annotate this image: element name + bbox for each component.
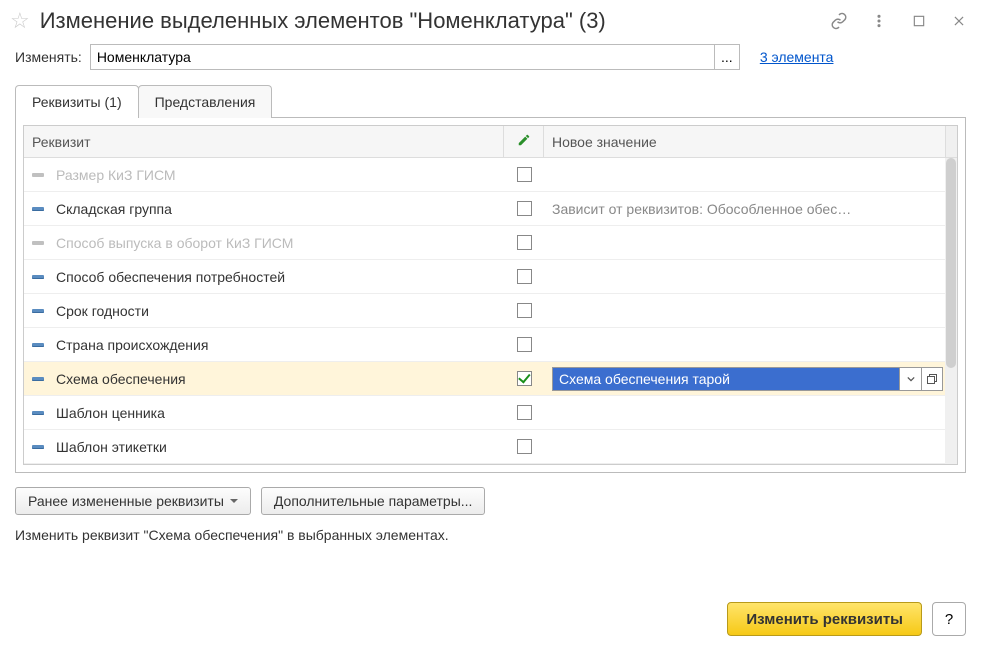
row-checkbox[interactable] xyxy=(517,303,532,318)
row-checkbox[interactable] xyxy=(517,269,532,284)
favorite-star-icon[interactable]: ☆ xyxy=(10,10,30,32)
table-row[interactable]: Страна происхождения xyxy=(24,328,957,362)
table-row[interactable]: Схема обеспечения Схема обеспечения тарой xyxy=(24,362,957,396)
value-dropdown-button[interactable] xyxy=(899,367,921,391)
attribute-label: Размер КиЗ ГИСМ xyxy=(56,167,176,183)
attribute-label: Складская группа xyxy=(56,201,172,217)
value-open-button[interactable] xyxy=(921,367,943,391)
attribute-label: Шаблон ценника xyxy=(56,405,165,421)
row-checkbox[interactable] xyxy=(517,235,532,250)
help-button[interactable]: ? xyxy=(932,602,966,636)
attribute-label: Срок годности xyxy=(56,303,149,319)
table-row[interactable]: Способ выпуска в оборот КиЗ ГИСМ xyxy=(24,226,957,260)
apply-button[interactable]: Изменить реквизиты xyxy=(727,602,922,636)
value-text: Зависит от реквизитов: Обособленное обес… xyxy=(552,201,851,217)
link-icon[interactable] xyxy=(829,11,849,31)
change-type-input[interactable] xyxy=(90,44,714,70)
attribute-icon xyxy=(32,411,44,415)
table-row[interactable]: Шаблон этикетки xyxy=(24,430,957,464)
grid-panel: Реквизит Новое значение Размер КиЗ ГИСМ С… xyxy=(15,117,966,473)
attribute-label: Шаблон этикетки xyxy=(56,439,167,455)
tab-presentations[interactable]: Представления xyxy=(138,85,273,118)
row-checkbox[interactable] xyxy=(517,167,532,182)
attribute-label: Способ обеспечения потребностей xyxy=(56,269,285,285)
maximize-icon[interactable] xyxy=(909,11,929,31)
attribute-label: Способ выпуска в оборот КиЗ ГИСМ xyxy=(56,235,293,251)
table-row[interactable]: Складская группа Зависит от реквизитов: О… xyxy=(24,192,957,226)
column-header-edit[interactable] xyxy=(504,126,544,157)
column-header-value[interactable]: Новое значение xyxy=(544,126,945,157)
attribute-icon xyxy=(32,377,44,381)
attribute-icon xyxy=(32,173,44,177)
row-checkbox[interactable] xyxy=(517,439,532,454)
previously-changed-label: Ранее измененные реквизиты xyxy=(28,493,224,509)
window-title: Изменение выделенных элементов "Номенкла… xyxy=(40,8,819,34)
row-checkbox[interactable] xyxy=(517,337,532,352)
more-icon[interactable] xyxy=(869,11,889,31)
attribute-icon xyxy=(32,241,44,245)
change-label: Изменять: xyxy=(15,49,82,65)
attribute-icon xyxy=(32,445,44,449)
extra-params-button[interactable]: Дополнительные параметры... xyxy=(261,487,486,515)
elements-link[interactable]: 3 элемента xyxy=(760,49,834,65)
row-checkbox[interactable] xyxy=(517,201,532,216)
table-row[interactable]: Способ обеспечения потребностей xyxy=(24,260,957,294)
hint-text: Изменить реквизит "Схема обеспечения" в … xyxy=(0,523,981,547)
change-type-select-button[interactable]: ... xyxy=(714,44,740,70)
close-icon[interactable] xyxy=(949,11,969,31)
row-checkbox[interactable] xyxy=(517,405,532,420)
attribute-label: Страна происхождения xyxy=(56,337,208,353)
pencil-icon xyxy=(517,133,531,150)
vertical-scrollbar[interactable] xyxy=(945,158,957,464)
table-row[interactable]: Срок годности xyxy=(24,294,957,328)
scrollbar-thumb[interactable] xyxy=(946,158,956,368)
attribute-icon xyxy=(32,309,44,313)
attribute-icon xyxy=(32,275,44,279)
column-header-name[interactable]: Реквизит xyxy=(24,126,504,157)
table-row[interactable]: Шаблон ценника xyxy=(24,396,957,430)
attribute-icon xyxy=(32,207,44,211)
tab-attributes[interactable]: Реквизиты (1) xyxy=(15,85,139,118)
row-checkbox[interactable] xyxy=(517,371,532,386)
value-editor-selection[interactable]: Схема обеспечения тарой xyxy=(552,367,899,391)
attribute-label: Схема обеспечения xyxy=(56,371,186,387)
previously-changed-button[interactable]: Ранее измененные реквизиты xyxy=(15,487,251,515)
scrollbar-gutter xyxy=(945,126,957,157)
table-row[interactable]: Размер КиЗ ГИСМ xyxy=(24,158,957,192)
attribute-icon xyxy=(32,343,44,347)
